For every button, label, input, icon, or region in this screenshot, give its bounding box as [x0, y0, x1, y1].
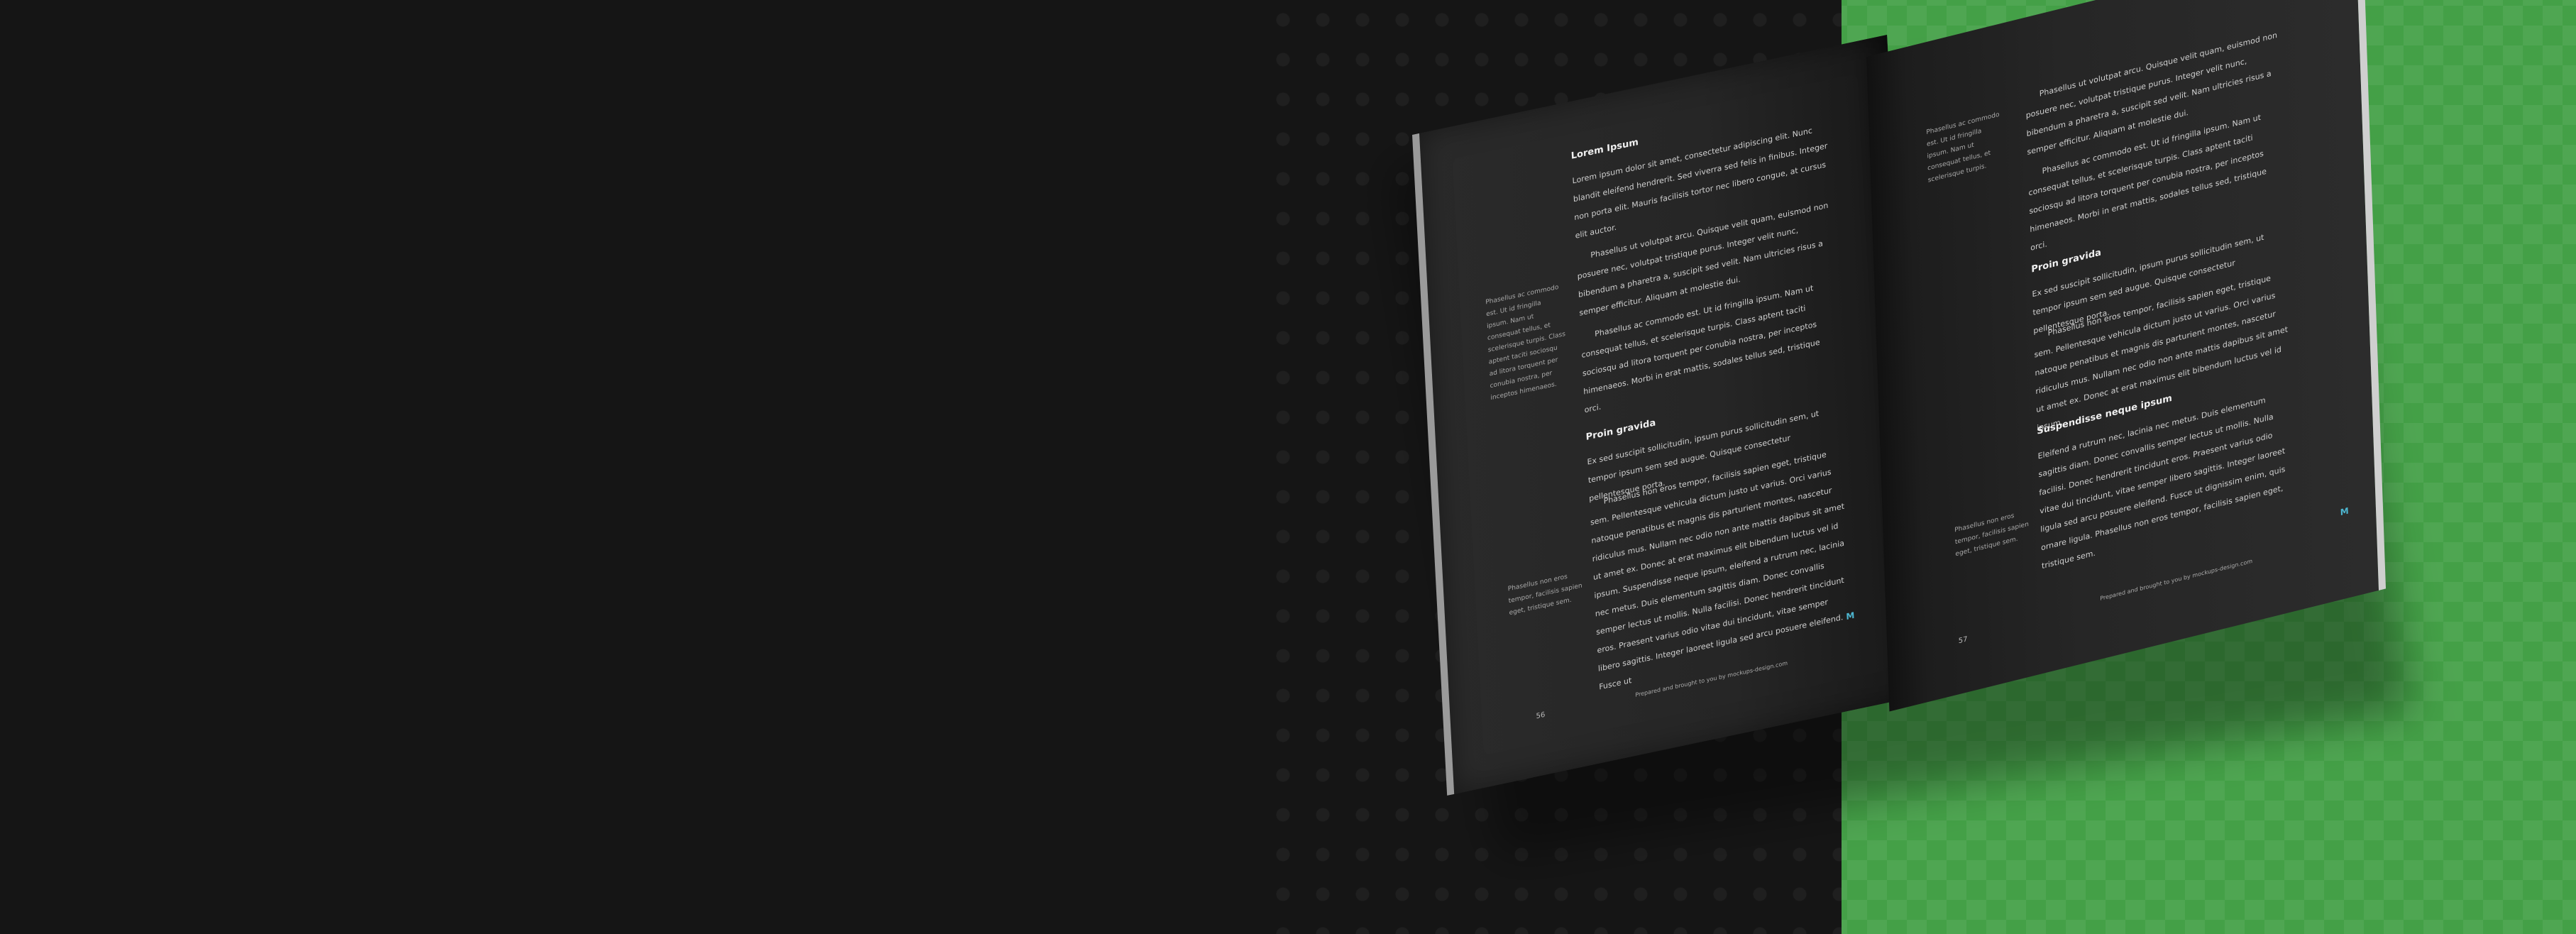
right-sidenote-1: Phasellus ac commodo est. Ut id fringill… [1926, 111, 2000, 185]
left-logo-icon: M [1846, 610, 1855, 622]
left-heading-proin: Proin gravida [1585, 417, 1656, 444]
left-heading-lorem: Lorem Ipsum [1570, 136, 1639, 162]
right-sidenote-2: Phasellus non eros tempor, facilisis sap… [1954, 512, 2030, 559]
left-page-number: 56 [1536, 710, 1546, 721]
right-footer: Prepared and brought to you by mockups-d… [2100, 557, 2253, 602]
left-sidenote-2: Phasellus non eros tempor, facilisis sap… [1507, 573, 1583, 617]
left-sidenote-1: Phasellus ac commodo est. Ut id fringill… [1485, 283, 1566, 402]
right-page-number: 57 [1958, 635, 1968, 646]
magazine-mockup: Lorem Ipsum Lorem ipsum dolor sit amet, … [1392, 0, 2412, 856]
left-page: Lorem Ipsum Lorem ipsum dolor sit amet, … [1412, 34, 1922, 796]
right-logo-icon: M [2340, 505, 2349, 518]
right-page: Phasellus ac commodo est. Ut id fringill… [1866, 0, 2387, 712]
